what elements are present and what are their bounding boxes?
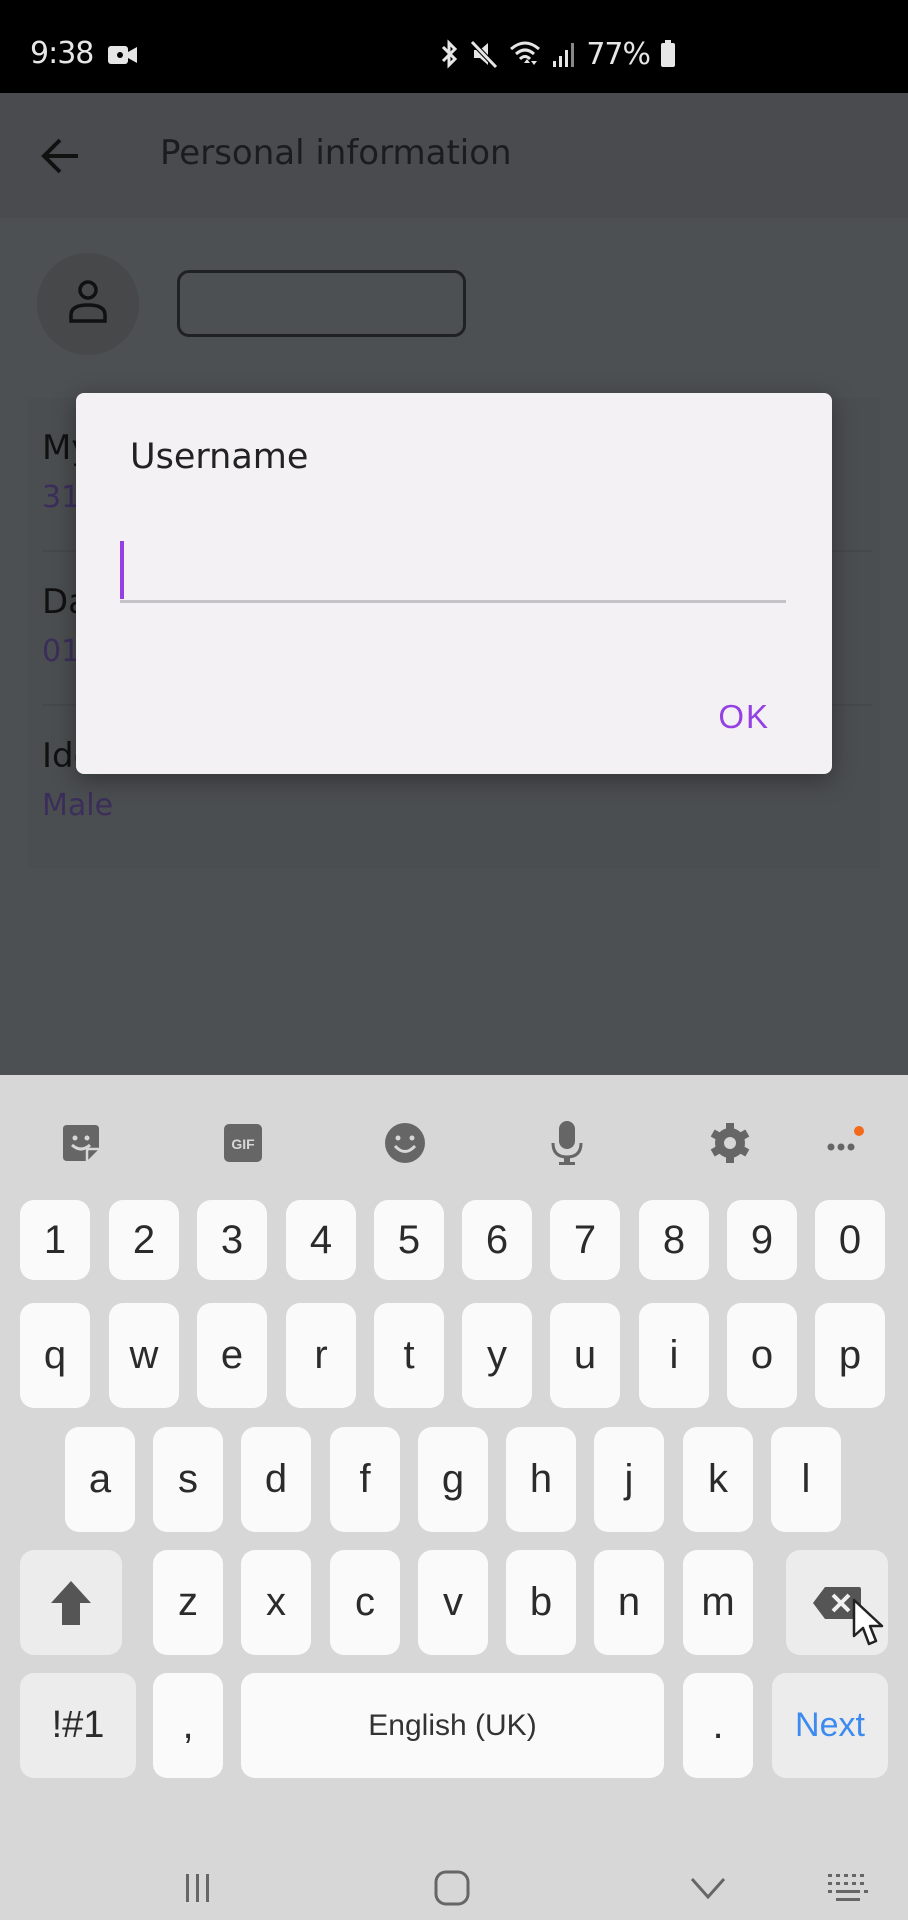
key-s[interactable]: s (153, 1427, 223, 1532)
key-e[interactable]: e (197, 1303, 267, 1408)
name-field[interactable] (177, 270, 466, 337)
bluetooth-icon (442, 39, 458, 69)
key-8[interactable]: 8 (639, 1200, 709, 1280)
status-bar: 9:38 77% (0, 0, 908, 93)
mute-icon (470, 40, 499, 69)
gif-button[interactable]: GIF (215, 1115, 271, 1171)
key-x[interactable]: x (241, 1550, 311, 1655)
person-icon (69, 280, 107, 323)
more-icon (827, 1126, 864, 1151)
key-h[interactable]: h (506, 1427, 576, 1532)
microphone-icon (551, 1121, 583, 1165)
key-9[interactable]: 9 (727, 1200, 797, 1280)
recent-apps-icon (186, 1873, 209, 1902)
next-key[interactable]: Next (772, 1673, 888, 1778)
key-1[interactable]: 1 (20, 1200, 90, 1280)
key-4[interactable]: 4 (286, 1200, 356, 1280)
username-dialog: Username OK (76, 393, 832, 774)
notification-dot (854, 1126, 864, 1136)
list-item-value: 31 (42, 480, 81, 515)
space-key[interactable]: English (UK) (241, 1673, 664, 1778)
key-c[interactable]: c (330, 1550, 400, 1655)
more-options-button[interactable] (818, 1115, 874, 1171)
key-v[interactable]: v (418, 1550, 488, 1655)
voice-input-button[interactable] (539, 1115, 595, 1171)
username-input[interactable] (120, 533, 786, 603)
key-i[interactable]: i (639, 1303, 709, 1408)
keyboard-switch-button[interactable] (798, 1855, 898, 1920)
key-d[interactable]: d (241, 1427, 311, 1532)
sticker-button[interactable] (53, 1115, 109, 1171)
home-button[interactable] (402, 1855, 502, 1920)
key-0[interactable]: 0 (815, 1200, 885, 1280)
svg-text:GIF: GIF (231, 1136, 255, 1152)
settings-icon (710, 1123, 750, 1163)
list-item-value: Male (42, 788, 114, 823)
key-t[interactable]: t (374, 1303, 444, 1408)
dialog-title: Username (130, 437, 309, 477)
key-o[interactable]: o (727, 1303, 797, 1408)
status-icons: 77% (438, 36, 676, 72)
key-a[interactable]: a (65, 1427, 135, 1532)
period-key[interactable]: . (683, 1673, 753, 1778)
key-7[interactable]: 7 (550, 1200, 620, 1280)
symbols-key[interactable]: !#1 (20, 1673, 136, 1778)
key-m[interactable]: m (683, 1550, 753, 1655)
keyboard-settings-button[interactable] (702, 1115, 758, 1171)
hide-keyboard-icon (690, 1877, 726, 1899)
key-b[interactable]: b (506, 1550, 576, 1655)
home-icon (434, 1870, 470, 1905)
ok-button[interactable]: OK (718, 698, 770, 736)
avatar[interactable] (37, 253, 139, 355)
app-toolbar: Personal information (0, 93, 908, 218)
key-w[interactable]: w (109, 1303, 179, 1408)
key-q[interactable]: q (20, 1303, 90, 1408)
key-k[interactable]: k (683, 1427, 753, 1532)
recent-apps-button[interactable] (148, 1855, 248, 1920)
key-y[interactable]: y (462, 1303, 532, 1408)
key-f[interactable]: f (330, 1427, 400, 1532)
page-title: Personal information (160, 133, 512, 173)
battery-percent: 77% (586, 36, 651, 72)
shift-arrow-icon (51, 1580, 91, 1625)
gif-icon: GIF (224, 1124, 262, 1162)
keyboard-switch-icon (828, 1873, 868, 1901)
mouse-cursor-icon (852, 1598, 884, 1646)
key-5[interactable]: 5 (374, 1200, 444, 1280)
key-r[interactable]: r (286, 1303, 356, 1408)
shift-key[interactable] (20, 1550, 122, 1655)
navigation-bar (0, 1855, 908, 1920)
battery-icon (661, 40, 675, 67)
emoji-icon (385, 1123, 425, 1163)
arrow-left-icon[interactable] (38, 133, 84, 179)
key-n[interactable]: n (594, 1550, 664, 1655)
key-g[interactable]: g (418, 1427, 488, 1532)
status-time: 9:38 (30, 36, 94, 71)
key-u[interactable]: u (550, 1303, 620, 1408)
comma-key[interactable]: , (153, 1673, 223, 1778)
key-l[interactable]: l (771, 1427, 841, 1532)
hide-keyboard-button[interactable] (658, 1855, 758, 1920)
key-2[interactable]: 2 (109, 1200, 179, 1280)
text-caret (120, 541, 124, 599)
screen-record-icon (108, 46, 137, 64)
signal-icon (553, 43, 575, 67)
key-z[interactable]: z (153, 1550, 223, 1655)
keyboard-toolbar: GIF (0, 1075, 908, 1200)
keyboard: GIF 1 2 3 4 5 6 7 8 9 0 q w e r t y u i … (0, 1075, 908, 1855)
key-j[interactable]: j (594, 1427, 664, 1532)
sticker-icon (63, 1125, 99, 1161)
key-6[interactable]: 6 (462, 1200, 532, 1280)
emoji-button[interactable] (377, 1115, 433, 1171)
wifi-icon (510, 41, 541, 65)
list-item-value: 01 (42, 634, 81, 669)
key-p[interactable]: p (815, 1303, 885, 1408)
key-3[interactable]: 3 (197, 1200, 267, 1280)
